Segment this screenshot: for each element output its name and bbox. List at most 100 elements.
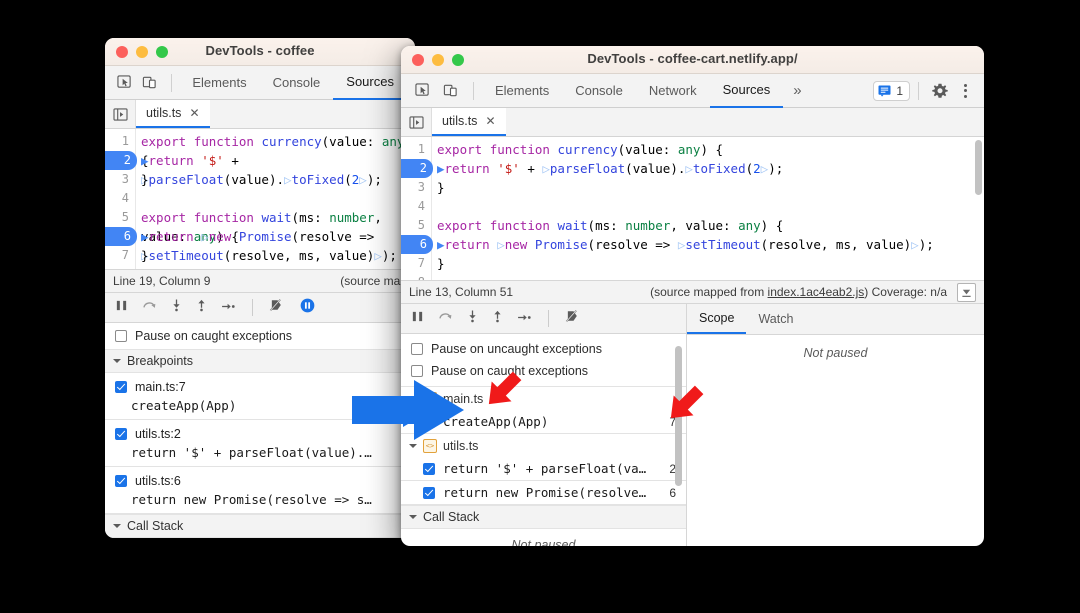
breakpoints-list-back[interactable]: main.ts:7createApp(App)utils.ts:2return … bbox=[105, 373, 415, 514]
tab-sources-back[interactable]: Sources bbox=[333, 66, 407, 100]
pause-on-exceptions-active-icon-back[interactable] bbox=[300, 298, 315, 318]
line-number[interactable]: 1 bbox=[105, 132, 135, 151]
breakpoint-line-number: 6 bbox=[669, 486, 676, 500]
devtools-window-back[interactable]: DevTools - coffee Elements Console Sourc… bbox=[105, 38, 415, 538]
pause-on-caught-checkbox-front[interactable] bbox=[411, 365, 423, 377]
device-toolbar-icon[interactable] bbox=[437, 79, 463, 103]
breakpoints-section-header-back[interactable]: Breakpoints bbox=[105, 350, 415, 372]
line-number[interactable]: 5 bbox=[401, 216, 431, 235]
deactivate-breakpoints-icon-front[interactable] bbox=[565, 309, 582, 328]
show-navigator-icon-front[interactable] bbox=[401, 108, 432, 136]
devtools-tabs-back[interactable]: Elements Console Sources bbox=[179, 66, 407, 100]
breakpoint-row[interactable]: return '$' + parseFloat(va…2 bbox=[401, 457, 686, 480]
line-number[interactable]: 3 bbox=[105, 170, 135, 189]
breakpoint-item[interactable]: utils.ts:2return '$' + parseFloat(value)… bbox=[105, 420, 415, 466]
breakpoint-row[interactable]: return new Promise(resolve…6 bbox=[401, 481, 686, 504]
devtools-toolbar-back: Elements Console Sources bbox=[105, 66, 415, 100]
resume-script-icon-front[interactable] bbox=[411, 310, 424, 328]
breakpoint-row[interactable]: createApp(App)7 bbox=[401, 410, 686, 433]
breakpoint-group-header[interactable]: <>utils.ts bbox=[401, 434, 686, 457]
more-options-icon[interactable] bbox=[955, 84, 976, 98]
breakpoint-checkbox[interactable] bbox=[115, 428, 127, 440]
file-tab-utils-front[interactable]: utils.ts ✕ bbox=[432, 108, 506, 136]
pause-on-caught-row-front[interactable]: Pause on caught exceptions bbox=[401, 360, 686, 382]
step-over-icon-front[interactable] bbox=[438, 310, 453, 328]
deactivate-breakpoints-icon-back[interactable] bbox=[269, 298, 286, 317]
resume-script-icon-back[interactable] bbox=[115, 299, 128, 317]
step-into-icon-back[interactable] bbox=[171, 298, 182, 317]
line-number[interactable]: 7 bbox=[105, 246, 135, 265]
console-message-badge[interactable]: 1 bbox=[873, 81, 910, 101]
breakpoint-checkbox[interactable] bbox=[115, 475, 127, 487]
step-out-icon-front[interactable] bbox=[492, 309, 503, 328]
line-number-breakpoint[interactable]: 6 bbox=[105, 227, 137, 246]
tab-watch[interactable]: Watch bbox=[746, 304, 805, 334]
code-editor-back[interactable]: 1export function currency(value: any) {2… bbox=[105, 129, 415, 269]
tab-console-front[interactable]: Console bbox=[562, 74, 636, 108]
pause-on-caught-row-back[interactable]: Pause on caught exceptions bbox=[105, 323, 415, 349]
line-number-breakpoint[interactable]: 6 bbox=[401, 235, 433, 254]
sourcemap-link[interactable]: index.1ac4eab2.js bbox=[768, 285, 865, 299]
line-number[interactable]: 4 bbox=[105, 189, 135, 208]
line-number-breakpoint[interactable]: 2 bbox=[401, 159, 433, 178]
chevron-down-icon[interactable] bbox=[409, 515, 417, 519]
show-navigator-icon-back[interactable] bbox=[105, 100, 136, 128]
tab-console-back[interactable]: Console bbox=[260, 66, 334, 100]
step-icon-back[interactable] bbox=[221, 299, 236, 317]
breakpoint-group-header[interactable]: <>main.ts bbox=[401, 387, 686, 410]
breakpoint-groups-front[interactable]: <>main.tscreateApp(App)7<>utils.tsreturn… bbox=[401, 387, 686, 505]
step-over-icon-back[interactable] bbox=[142, 299, 157, 317]
breakpoint-checkbox[interactable] bbox=[423, 416, 435, 428]
scope-watch-tabs[interactable]: Scope Watch bbox=[687, 304, 984, 335]
line-number[interactable]: 7 bbox=[401, 254, 431, 273]
close-icon[interactable]: ✕ bbox=[189, 106, 199, 120]
chevron-down-icon[interactable] bbox=[409, 444, 417, 448]
tab-sources-front[interactable]: Sources bbox=[710, 74, 784, 108]
tab-elements-front[interactable]: Elements bbox=[482, 74, 562, 108]
pause-on-uncaught-checkbox-front[interactable] bbox=[411, 343, 423, 355]
code-editor-front[interactable]: 1export function currency(value: any) {2… bbox=[401, 137, 984, 280]
device-toolbar-icon[interactable] bbox=[138, 71, 161, 95]
chevron-down-icon[interactable] bbox=[409, 397, 417, 401]
line-number-breakpoint[interactable]: 2 bbox=[105, 151, 137, 170]
editor-scrollbar-front[interactable] bbox=[975, 140, 982, 195]
breakpoint-item[interactable]: utils.ts:6return new Promise(resolve => … bbox=[105, 467, 415, 513]
line-number[interactable]: 4 bbox=[401, 197, 431, 216]
pause-on-uncaught-row-front[interactable]: Pause on uncaught exceptions bbox=[401, 338, 686, 360]
debugger-sidebar-front: Pause on uncaught exceptions Pause on ca… bbox=[401, 304, 687, 546]
callstack-section-header-front[interactable]: Call Stack bbox=[401, 505, 686, 528]
line-number[interactable]: 5 bbox=[105, 208, 135, 227]
callstack-section-header-back[interactable]: Call Stack bbox=[105, 514, 415, 537]
breakpoint-checkbox[interactable] bbox=[423, 487, 435, 499]
line-number[interactable]: 8 bbox=[401, 273, 431, 280]
breakpoint-file-label: utils.ts:6 bbox=[135, 474, 181, 488]
gear-icon[interactable] bbox=[927, 79, 953, 103]
file-tab-utils-back[interactable]: utils.ts ✕ bbox=[136, 100, 210, 128]
inspect-element-icon[interactable] bbox=[113, 71, 136, 95]
step-into-icon-front[interactable] bbox=[467, 309, 478, 328]
pause-on-caught-checkbox-back[interactable] bbox=[115, 330, 127, 342]
breakpoints-scrollbar-front[interactable] bbox=[675, 346, 682, 486]
code-line: } bbox=[437, 178, 445, 197]
more-tabs-icon[interactable]: » bbox=[783, 74, 811, 108]
breakpoint-checkbox[interactable] bbox=[115, 381, 127, 393]
close-icon[interactable]: ✕ bbox=[485, 114, 495, 128]
step-out-icon-back[interactable] bbox=[196, 298, 207, 317]
tab-scope[interactable]: Scope bbox=[687, 304, 746, 334]
breakpoints-header-label-back: Breakpoints bbox=[127, 354, 193, 368]
line-number[interactable]: 3 bbox=[401, 178, 431, 197]
breakpoint-checkbox[interactable] bbox=[423, 463, 435, 475]
chevron-down-icon[interactable] bbox=[113, 524, 121, 528]
tab-elements-back[interactable]: Elements bbox=[179, 66, 259, 100]
chevron-down-icon[interactable] bbox=[113, 359, 121, 363]
devtools-window-front[interactable]: DevTools - coffee-cart.netlify.app/ Elem… bbox=[401, 46, 984, 546]
step-icon-front[interactable] bbox=[517, 310, 532, 328]
inspect-element-icon[interactable] bbox=[409, 79, 435, 103]
tab-network-front[interactable]: Network bbox=[636, 74, 710, 108]
statusbar-dropdown-button[interactable] bbox=[957, 283, 976, 302]
breakpoint-file-label: utils.ts:2 bbox=[135, 427, 181, 441]
line-number[interactable]: 1 bbox=[401, 140, 431, 159]
devtools-tabs-front[interactable]: Elements Console Network Sources » bbox=[482, 74, 812, 108]
breakpoint-item[interactable]: main.ts:7createApp(App) bbox=[105, 373, 415, 419]
debugger-divider bbox=[548, 310, 549, 327]
